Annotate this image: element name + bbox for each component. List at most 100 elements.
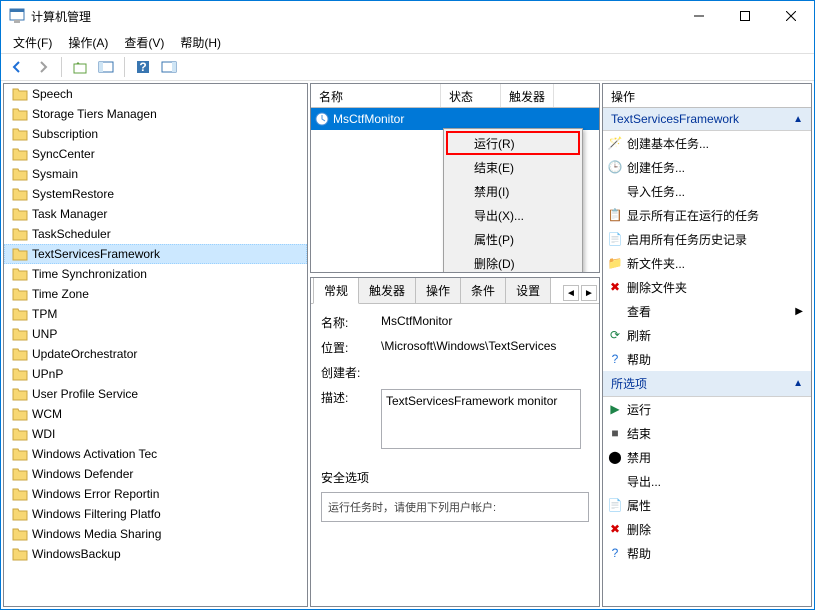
- action-show-running[interactable]: 📋显示所有正在运行的任务: [603, 203, 811, 227]
- play-icon: ▶: [607, 401, 623, 417]
- tree-item[interactable]: SyncCenter: [4, 144, 307, 164]
- folder-icon: [12, 147, 28, 161]
- action-new-folder[interactable]: 📁新文件夹...: [603, 251, 811, 275]
- action-properties[interactable]: 📄属性: [603, 493, 811, 517]
- up-button[interactable]: [68, 55, 92, 79]
- action-disable[interactable]: ⬤禁用: [603, 445, 811, 469]
- tab-general[interactable]: 常规: [313, 277, 359, 304]
- tab-conditions[interactable]: 条件: [460, 277, 506, 303]
- value-name: MsCtfMonitor: [381, 314, 589, 328]
- tree-item[interactable]: UpdateOrchestrator: [4, 344, 307, 364]
- tab-scroll-left[interactable]: ◄: [563, 285, 579, 301]
- action-refresh[interactable]: ⟳刷新: [603, 323, 811, 347]
- action-create-basic[interactable]: 🪄创建基本任务...: [603, 131, 811, 155]
- tab-operations[interactable]: 操作: [415, 277, 461, 303]
- tab-scroll-right[interactable]: ►: [581, 285, 597, 301]
- menu-view[interactable]: 查看(V): [116, 32, 172, 53]
- tree-item[interactable]: Time Zone: [4, 284, 307, 304]
- tree-item[interactable]: UPnP: [4, 364, 307, 384]
- menu-file[interactable]: 文件(F): [5, 32, 60, 53]
- tree-item[interactable]: WindowsBackup: [4, 544, 307, 564]
- ctx-end[interactable]: 结束(E): [446, 155, 580, 179]
- menu-help[interactable]: 帮助(H): [172, 32, 229, 53]
- tree-item[interactable]: Windows Activation Tec: [4, 444, 307, 464]
- actions-group2-header[interactable]: 所选项 ▲: [603, 371, 811, 397]
- panel-button[interactable]: [94, 55, 118, 79]
- tree-item[interactable]: Sysmain: [4, 164, 307, 184]
- help-icon-button[interactable]: ?: [131, 55, 155, 79]
- tree-item[interactable]: Storage Tiers Managen: [4, 104, 307, 124]
- action-run[interactable]: ▶运行: [603, 397, 811, 421]
- folder-icon: [12, 467, 28, 481]
- column-name[interactable]: 名称: [311, 84, 441, 107]
- value-description[interactable]: TextServicesFramework monitor: [381, 389, 581, 449]
- label-name: 名称:: [321, 314, 381, 331]
- tree-item[interactable]: Speech: [4, 84, 307, 104]
- actions-group1-header[interactable]: TextServicesFramework ▲: [603, 108, 811, 131]
- menu-operation[interactable]: 操作(A): [60, 32, 116, 53]
- tree-item[interactable]: WCM: [4, 404, 307, 424]
- tree-item[interactable]: WDI: [4, 424, 307, 444]
- folder-icon: [12, 207, 28, 221]
- help-icon: ?: [607, 545, 623, 561]
- tab-triggers[interactable]: 触发器: [358, 277, 416, 303]
- minimize-button[interactable]: [676, 1, 722, 31]
- tree-item[interactable]: Windows Filtering Platfo: [4, 504, 307, 524]
- action-delete[interactable]: ✖删除: [603, 517, 811, 541]
- close-button[interactable]: [768, 1, 814, 31]
- action-view[interactable]: 查看▶: [603, 299, 811, 323]
- folder-icon: [12, 227, 28, 241]
- action-create-task[interactable]: 🕒创建任务...: [603, 155, 811, 179]
- tree-item[interactable]: TextServicesFramework: [4, 244, 307, 264]
- forward-button[interactable]: [31, 55, 55, 79]
- tree-item[interactable]: User Profile Service: [4, 384, 307, 404]
- label-security: 安全选项: [321, 469, 589, 486]
- tree-item[interactable]: TaskScheduler: [4, 224, 307, 244]
- tree-item[interactable]: TPM: [4, 304, 307, 324]
- tree-item[interactable]: Windows Defender: [4, 464, 307, 484]
- ctx-disable[interactable]: 禁用(I): [446, 179, 580, 203]
- tree-item[interactable]: Windows Media Sharing: [4, 524, 307, 544]
- action-end[interactable]: ■结束: [603, 421, 811, 445]
- titlebar: 计算机管理: [1, 1, 814, 31]
- ctx-delete[interactable]: 删除(D): [446, 251, 580, 273]
- action-help1[interactable]: ?帮助: [603, 347, 811, 371]
- column-triggers[interactable]: 触发器: [501, 84, 554, 107]
- tree-item[interactable]: UNP: [4, 324, 307, 344]
- back-button[interactable]: [5, 55, 29, 79]
- folder-icon: [12, 327, 28, 341]
- workspace: SpeechStorage Tiers ManagenSubscriptionS…: [1, 81, 814, 609]
- tree-label: Windows Error Reportin: [32, 487, 159, 501]
- ctx-properties[interactable]: 属性(P): [446, 227, 580, 251]
- tree-label: Storage Tiers Managen: [32, 107, 157, 121]
- panel2-button[interactable]: [157, 55, 181, 79]
- tree-item[interactable]: Time Synchronization: [4, 264, 307, 284]
- action-delete-folder[interactable]: ✖删除文件夹: [603, 275, 811, 299]
- tree-label: Task Manager: [32, 207, 107, 221]
- action-help2[interactable]: ?帮助: [603, 541, 811, 565]
- folder-icon: [12, 87, 28, 101]
- tasks-panel: 名称 状态 触发器 MsCtfMonitor 运行(R) 结束(E) 禁用(I)…: [310, 83, 600, 273]
- maximize-button[interactable]: [722, 1, 768, 31]
- tree-item[interactable]: Windows Error Reportin: [4, 484, 307, 504]
- ctx-run[interactable]: 运行(R): [446, 131, 580, 155]
- tree-item[interactable]: Subscription: [4, 124, 307, 144]
- tree-item[interactable]: SystemRestore: [4, 184, 307, 204]
- window-title: 计算机管理: [31, 8, 676, 25]
- action-export[interactable]: 导出...: [603, 469, 811, 493]
- collapse-up-icon: ▲: [793, 114, 803, 125]
- ctx-export[interactable]: 导出(X)...: [446, 203, 580, 227]
- folder-icon: [12, 547, 28, 561]
- menubar: 文件(F) 操作(A) 查看(V) 帮助(H): [1, 31, 814, 53]
- action-import[interactable]: 导入任务...: [603, 179, 811, 203]
- task-row[interactable]: MsCtfMonitor: [311, 108, 599, 130]
- folder-icon: [12, 287, 28, 301]
- action-enable-history[interactable]: 📄启用所有任务历史记录: [603, 227, 811, 251]
- column-status[interactable]: 状态: [441, 84, 501, 107]
- folder-icon: [12, 527, 28, 541]
- group1-title: TextServicesFramework: [611, 112, 739, 126]
- tree-item[interactable]: Task Manager: [4, 204, 307, 224]
- tree-label: Sysmain: [32, 167, 78, 181]
- tab-settings[interactable]: 设置: [505, 277, 551, 303]
- refresh-icon: ⟳: [607, 327, 623, 343]
